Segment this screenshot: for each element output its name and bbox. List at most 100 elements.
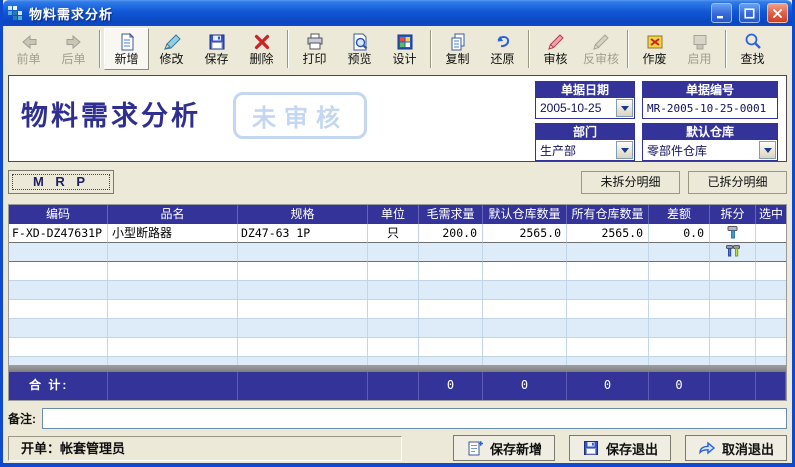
titlebar: 物料需求分析	[3, 0, 792, 26]
doc-date-dropdown-button[interactable]	[616, 99, 633, 117]
toolbar-button-delete[interactable]: 删除	[239, 28, 284, 70]
next-arrow-icon	[64, 32, 84, 52]
split-multi-hammer-icon	[725, 243, 741, 259]
toolbar-button-find[interactable]: 查找	[730, 28, 775, 70]
toolbar-button-modify[interactable]: 修改	[149, 28, 194, 70]
department-value: 生产部	[536, 142, 616, 159]
toolbar-button-next[interactable]: 后单	[51, 28, 96, 70]
cell-split[interactable]	[710, 243, 756, 262]
toolbar-separator	[430, 30, 432, 68]
header-fields: 单据日期 2005-10-25 单据编号 MR-2005-10-25-0001 …	[535, 81, 778, 161]
cell-default-wh-qty: 2565.0	[483, 224, 567, 243]
table-row-empty[interactable]	[9, 300, 786, 319]
cell-selected[interactable]	[756, 224, 786, 243]
audit-pencil-icon	[546, 32, 566, 52]
chevron-down-icon	[764, 148, 772, 153]
table-row-current[interactable]	[9, 243, 786, 262]
remark-input[interactable]	[42, 408, 787, 429]
toolbar-button-audit[interactable]: 审核	[533, 28, 578, 70]
save-new-doc-icon	[466, 439, 484, 457]
toolbar-separator	[287, 30, 289, 68]
department-dropdown-button[interactable]	[616, 141, 633, 159]
window-title: 物料需求分析	[29, 4, 704, 23]
col-header-unit[interactable]: 单位	[368, 205, 419, 224]
default-warehouse-dropdown[interactable]: 零部件仓库	[643, 140, 777, 160]
actions-row: M R P 未拆分明细 已拆分明细	[8, 170, 787, 194]
toolbar-separator	[725, 30, 727, 68]
toolbar-button-void[interactable]: 作废	[632, 28, 677, 70]
minimize-button[interactable]	[711, 3, 732, 23]
col-header-default-wh-qty[interactable]: 默认仓库数量	[483, 205, 567, 224]
table-row-empty[interactable]	[9, 262, 786, 281]
toolbar: 前单 后单 新增 修改 保存 删除 打印 预览	[3, 26, 792, 72]
print-printer-icon	[305, 32, 325, 52]
cell-name: 小型断路器	[108, 224, 238, 243]
table-row-empty[interactable]	[9, 319, 786, 338]
table-header-row: 编码 品名 规格 单位 毛需求量 默认仓库数量 所有仓库数量 差额 拆分 选中	[9, 205, 786, 224]
toolbar-button-enable[interactable]: 启用	[677, 28, 722, 70]
form-title: 物料需求分析	[21, 94, 201, 133]
restore-undo-icon	[493, 32, 513, 52]
table-row-empty[interactable]	[9, 338, 786, 357]
toolbar-separator	[99, 30, 101, 68]
table-row-partial[interactable]	[9, 357, 786, 365]
unsplit-detail-button[interactable]: 未拆分明细	[581, 171, 680, 194]
col-header-gross-demand[interactable]: 毛需求量	[419, 205, 483, 224]
total-gross-demand: 0	[419, 372, 483, 400]
remark-label: 备注:	[8, 410, 36, 427]
maximize-icon	[744, 8, 755, 19]
cancel-exit-label: 取消退出	[722, 439, 774, 458]
toolbar-button-design[interactable]: 设计	[382, 28, 427, 70]
col-header-selected[interactable]: 选中	[756, 205, 786, 224]
total-difference: 0	[649, 372, 710, 400]
maximize-button[interactable]	[739, 3, 760, 23]
save-floppy-icon	[207, 32, 227, 52]
doc-date-dropdown[interactable]: 2005-10-25	[536, 98, 634, 118]
cell-split[interactable]	[710, 224, 756, 243]
split-hammer-icon	[725, 224, 741, 240]
save-exit-button[interactable]: 保存退出	[569, 435, 671, 461]
close-icon	[772, 8, 783, 19]
table-row-data[interactable]: F-XD-DZ47631P 小型断路器 DZ47-63 1P 只 200.0 2…	[9, 224, 786, 243]
cancel-exit-button[interactable]: 取消退出	[685, 435, 787, 461]
unaudited-watermark: 未审核	[233, 92, 367, 139]
department-label: 部门	[536, 124, 634, 140]
doc-date-label: 单据日期	[536, 82, 634, 98]
toolbar-button-copy[interactable]: 复制	[435, 28, 480, 70]
col-header-name[interactable]: 品名	[108, 205, 238, 224]
footer-row: 开单：帐套管理员 保存新增 保存退出 取消退出	[8, 435, 787, 461]
field-department: 部门 生产部	[535, 123, 635, 161]
toolbar-button-print[interactable]: 打印	[292, 28, 337, 70]
toolbar-button-new[interactable]: 新增	[104, 28, 149, 70]
toolbar-button-unaudit[interactable]: 反审核	[578, 28, 624, 70]
void-x-box-icon	[645, 32, 665, 52]
split-detail-button[interactable]: 已拆分明细	[688, 171, 787, 194]
department-dropdown[interactable]: 生产部	[536, 140, 634, 160]
cell-spec: DZ47-63 1P	[238, 224, 368, 243]
chevron-down-icon	[621, 148, 629, 153]
col-header-all-wh-qty[interactable]: 所有仓库数量	[567, 205, 649, 224]
doc-number-input[interactable]: MR-2005-10-25-0001	[643, 98, 777, 118]
delete-x-icon	[252, 32, 272, 52]
toolbar-button-save[interactable]: 保存	[194, 28, 239, 70]
save-new-button[interactable]: 保存新增	[453, 435, 555, 461]
table-row-empty[interactable]	[9, 281, 786, 300]
field-doc-date: 单据日期 2005-10-25	[535, 81, 635, 119]
close-button[interactable]	[767, 3, 788, 23]
toolbar-button-prev[interactable]: 前单	[6, 28, 51, 70]
table-footer-separator	[9, 365, 786, 372]
col-header-split[interactable]: 拆分	[710, 205, 756, 224]
design-grid-icon	[395, 32, 415, 52]
toolbar-button-preview[interactable]: 预览	[337, 28, 382, 70]
col-header-difference[interactable]: 差额	[649, 205, 710, 224]
creator-status-panel: 开单：帐套管理员	[8, 436, 402, 461]
col-header-code[interactable]: 编码	[9, 205, 108, 224]
default-warehouse-label: 默认仓库	[643, 124, 777, 140]
toolbar-button-restore[interactable]: 还原	[480, 28, 525, 70]
default-warehouse-dropdown-button[interactable]	[759, 141, 776, 159]
col-header-spec[interactable]: 规格	[238, 205, 368, 224]
total-label: 合 计:	[9, 372, 108, 400]
field-default-warehouse: 默认仓库 零部件仓库	[642, 123, 778, 161]
mrp-button[interactable]: M R P	[8, 170, 114, 194]
save-exit-floppy-icon	[582, 439, 600, 457]
